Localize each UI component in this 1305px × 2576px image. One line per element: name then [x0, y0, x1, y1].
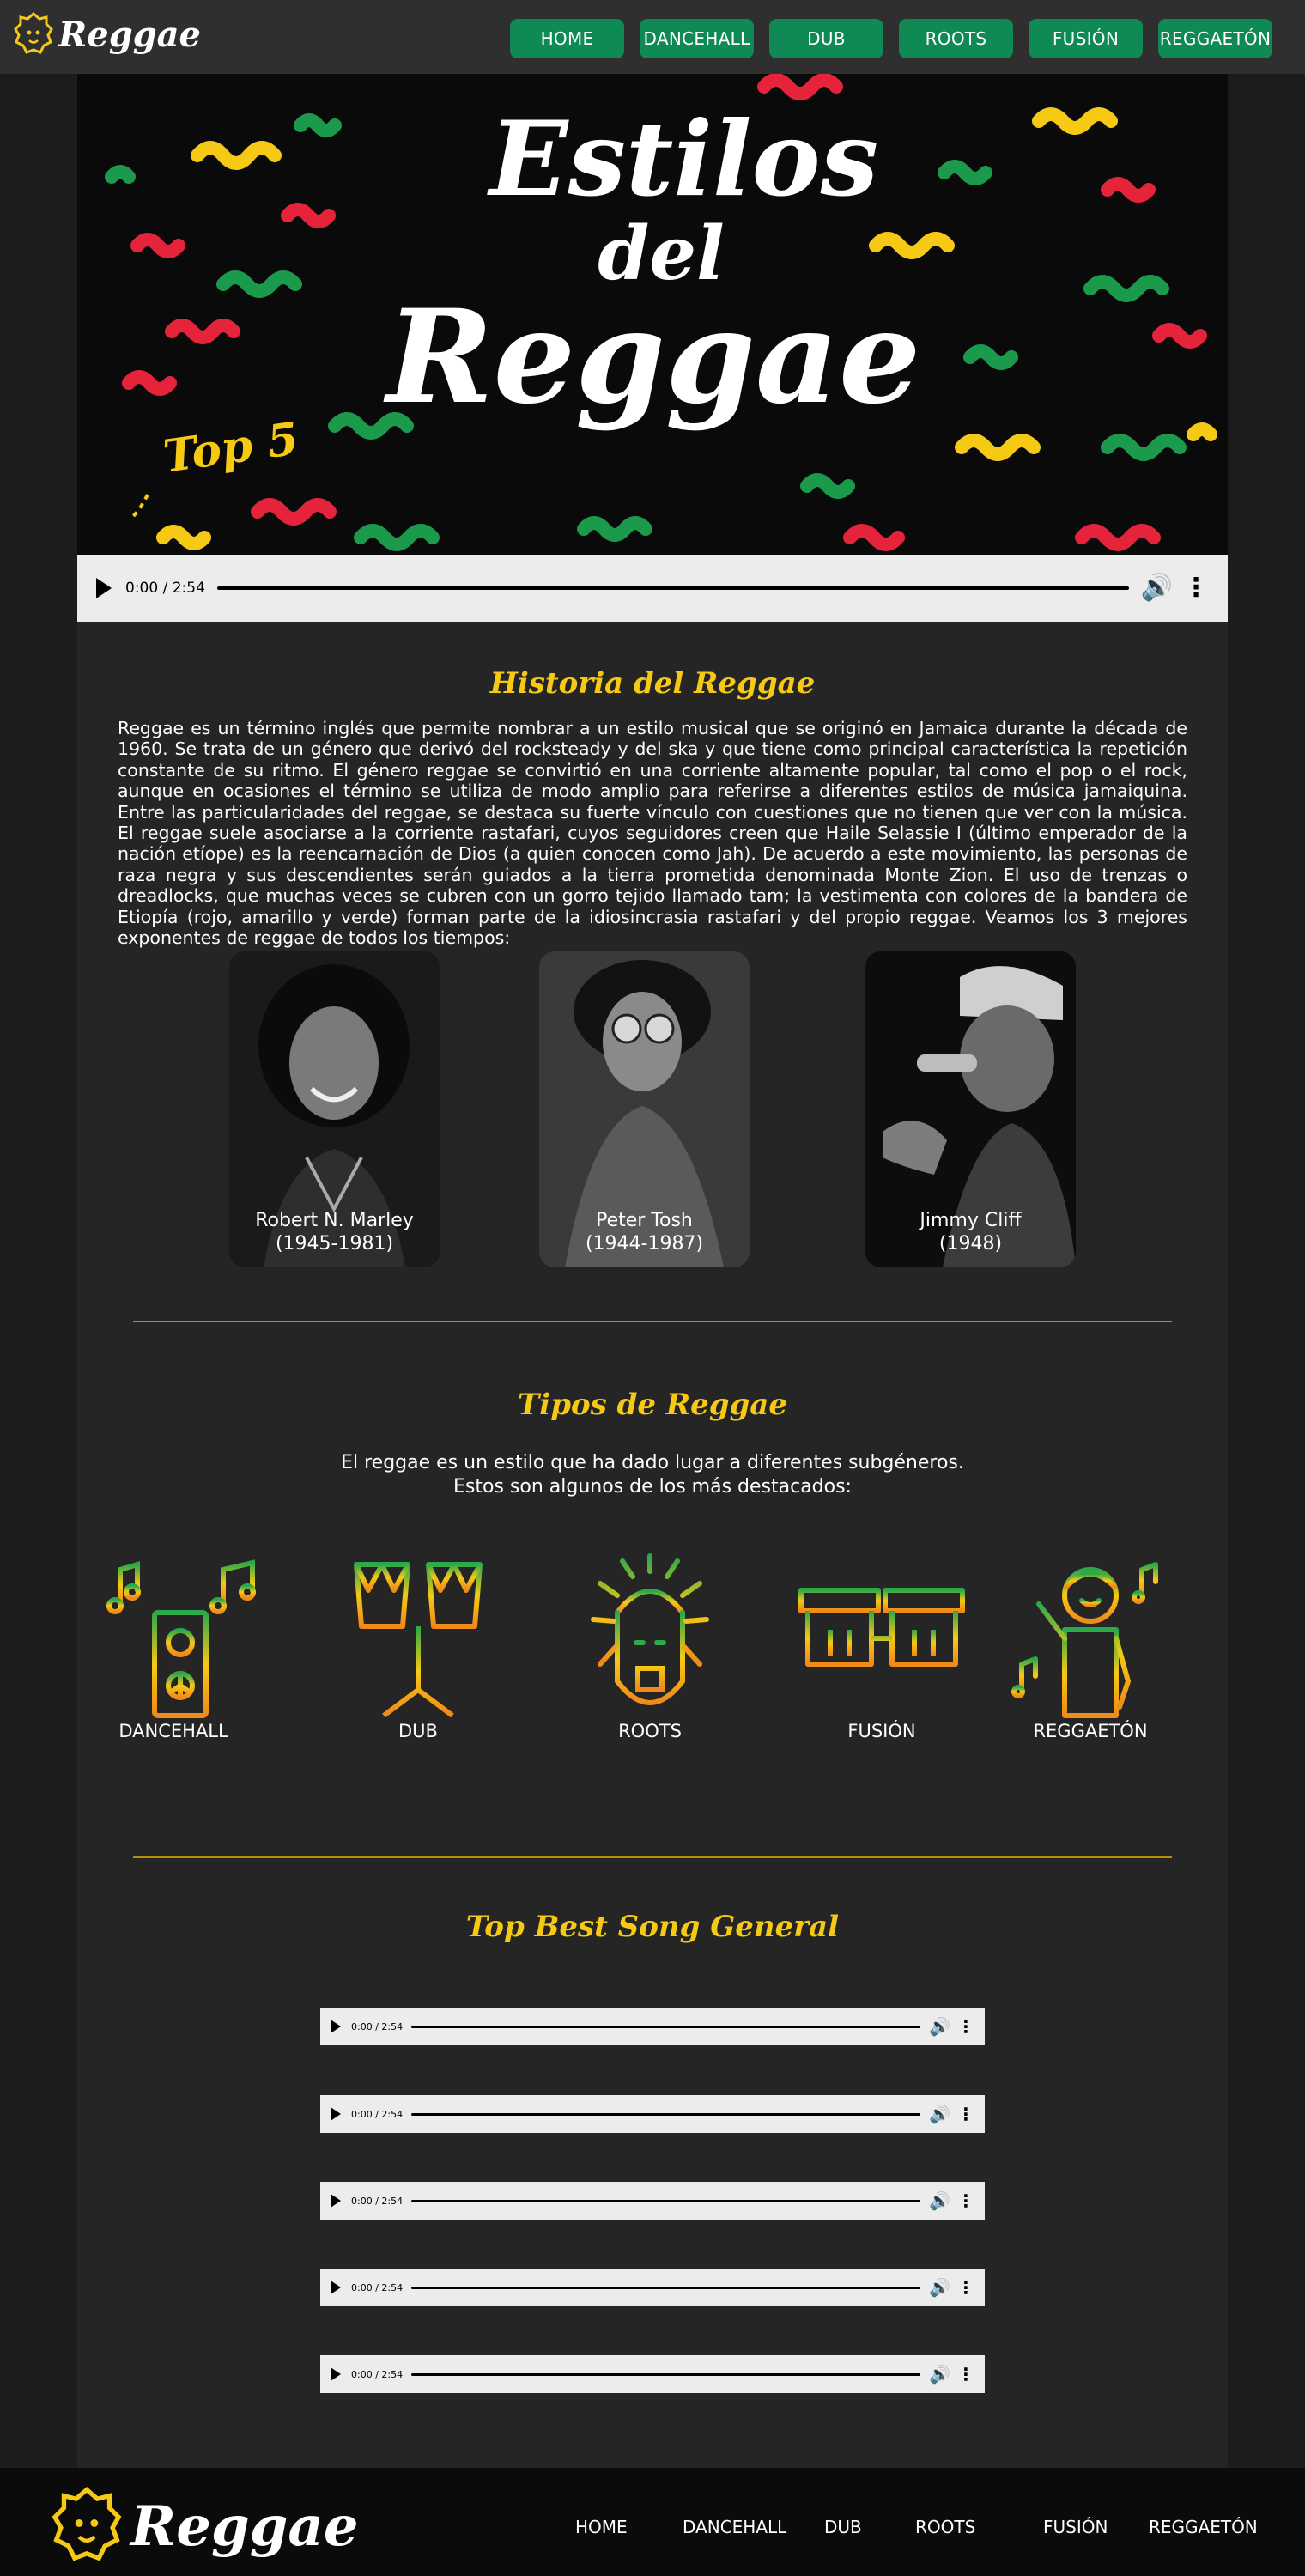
conga-drums-icon — [798, 1588, 965, 1667]
nav-reggaeton-button[interactable]: REGGAETÓN — [1158, 19, 1272, 58]
type-dub[interactable]: DUB — [315, 1552, 521, 1750]
footer-logo[interactable]: Reggae — [52, 2487, 359, 2566]
artist-name: Robert N. Marley — [255, 1210, 414, 1231]
nav-home-button[interactable]: HOME — [510, 19, 624, 58]
artist-caption: Jimmy Cliff (1948) — [865, 1209, 1076, 1255]
artist-name: Jimmy Cliff — [920, 1210, 1022, 1231]
audio-time: 0:00 / 2:54 — [351, 2108, 404, 2120]
history-paragraph: Reggae es un término inglés que permite … — [118, 718, 1187, 949]
audio-progress-bar[interactable] — [411, 2286, 921, 2289]
footer-nav-fusion[interactable]: FUSIÓN — [1043, 2517, 1108, 2537]
dancer-icon — [1011, 1562, 1158, 1718]
audio-progress-bar[interactable] — [411, 2025, 921, 2028]
main-nav: HOME DANCEHALL DUB ROOTS FUSIÓN REGGAETÓ… — [510, 19, 1272, 58]
type-label: REGGAETÓN — [1033, 1721, 1148, 1741]
artist-years: (1948) — [938, 1233, 1003, 1255]
lion-logo-icon — [14, 12, 53, 54]
play-icon[interactable] — [331, 2367, 341, 2381]
history-title: Historia del Reggae — [489, 666, 816, 701]
play-icon[interactable] — [331, 2020, 341, 2033]
more-options-icon[interactable]: ⋮ — [957, 2192, 974, 2209]
type-fusion[interactable]: FUSIÓN — [779, 1552, 985, 1750]
song-audio-player[interactable]: 0:00 / 2:54 🔊 ⋮ — [320, 2182, 985, 2220]
speaker-music-icon — [106, 1559, 256, 1718]
audio-progress-bar[interactable] — [411, 2112, 921, 2116]
nav-fusion-button[interactable]: FUSIÓN — [1029, 19, 1143, 58]
more-options-icon[interactable]: ⋮ — [1183, 575, 1209, 601]
volume-icon[interactable]: 🔊 — [929, 2366, 950, 2383]
top-navbar: Reggae HOME DANCEHALL DUB ROOTS FUSIÓN R… — [0, 0, 1305, 74]
audio-time: 0:00 / 2:54 — [351, 2368, 404, 2380]
more-options-icon[interactable]: ⋮ — [957, 2279, 974, 2296]
footer-nav-roots[interactable]: ROOTS — [915, 2517, 975, 2537]
logo-text: Reggae — [58, 14, 201, 55]
type-label: DUB — [398, 1721, 438, 1741]
audio-time: 0:00 / 2:54 — [351, 2281, 404, 2293]
song-audio-player[interactable]: 0:00 / 2:54 🔊 ⋮ — [320, 2269, 985, 2306]
site-footer: Reggae HOME DANCEHALL DUB ROOTS FUSIÓN R… — [0, 2468, 1305, 2576]
type-label: DANCEHALL — [118, 1721, 228, 1741]
artist-name: Peter Tosh — [596, 1210, 693, 1231]
more-options-icon[interactable]: ⋮ — [957, 2105, 974, 2123]
lion-logo-icon — [52, 2487, 122, 2561]
artist-card[interactable]: Jimmy Cliff (1948) — [865, 951, 1076, 1267]
song-audio-player[interactable]: 0:00 / 2:54 🔊 ⋮ — [320, 2355, 985, 2393]
nav-dub-button[interactable]: DUB — [769, 19, 883, 58]
play-icon[interactable] — [96, 578, 112, 598]
section-divider — [133, 1321, 1172, 1322]
hero-title-line3: Reggae — [386, 282, 921, 433]
section-divider — [133, 1856, 1172, 1858]
hero-audio-player[interactable]: 0:00 / 2:54 🔊 ⋮ — [77, 555, 1228, 622]
type-dancehall[interactable]: DANCEHALL — [70, 1552, 276, 1750]
play-icon[interactable] — [331, 2194, 341, 2208]
songs-title: Top Best Song General — [465, 1910, 840, 1944]
volume-icon[interactable]: 🔊 — [929, 2192, 950, 2209]
song-audio-player[interactable]: 0:00 / 2:54 🔊 ⋮ — [320, 2008, 985, 2045]
nav-roots-button[interactable]: ROOTS — [899, 19, 1013, 58]
audio-time: 0:00 / 2:54 — [351, 2195, 404, 2207]
type-label: ROOTS — [618, 1721, 682, 1741]
hero-banner: Estilos del Reggae Top 5 — [77, 74, 1228, 555]
type-roots[interactable]: ROOTS — [547, 1552, 753, 1750]
type-reggaeton[interactable]: REGGAETÓN — [987, 1552, 1193, 1750]
more-options-icon[interactable]: ⋮ — [957, 2018, 974, 2035]
volume-icon[interactable]: 🔊 — [929, 2105, 950, 2123]
rasta-face-icon — [591, 1553, 709, 1705]
artist-card[interactable]: Robert N. Marley (1945-1981) — [229, 951, 440, 1267]
volume-icon[interactable]: 🔊 — [929, 2018, 950, 2035]
song-audio-player[interactable]: 0:00 / 2:54 🔊 ⋮ — [320, 2095, 985, 2133]
volume-icon[interactable]: 🔊 — [929, 2279, 950, 2296]
artist-caption: Peter Tosh (1944-1987) — [539, 1209, 750, 1255]
artist-caption: Robert N. Marley (1945-1981) — [229, 1209, 440, 1255]
main-content: Estilos del Reggae Top 5 0:00 / 2:54 🔊 ⋮… — [77, 74, 1228, 2468]
type-label: FUSIÓN — [847, 1721, 916, 1741]
types-title: Tipos de Reggae — [518, 1388, 787, 1422]
play-icon[interactable] — [331, 2281, 341, 2294]
footer-nav-home[interactable]: HOME — [575, 2517, 628, 2537]
footer-nav-dub[interactable]: DUB — [824, 2517, 862, 2537]
artist-card[interactable]: Peter Tosh (1944-1987) — [539, 951, 750, 1267]
artist-years: (1945-1981) — [275, 1233, 394, 1255]
play-icon[interactable] — [331, 2107, 341, 2121]
nav-dancehall-button[interactable]: DANCEHALL — [640, 19, 754, 58]
hero-title-line1: Estilos — [489, 99, 879, 220]
audio-time: 0:00 / 2:54 — [351, 2020, 404, 2032]
audio-progress-bar[interactable] — [411, 2372, 921, 2376]
more-options-icon[interactable]: ⋮ — [957, 2366, 974, 2383]
footer-nav-reggaeton[interactable]: REGGAETÓN — [1149, 2517, 1258, 2537]
site-logo[interactable]: Reggae — [14, 12, 201, 57]
audio-progress-bar[interactable] — [411, 2199, 921, 2202]
bongo-drums-icon — [354, 1562, 483, 1718]
types-paragraph: El reggae es un estilo que ha dado lugar… — [341, 1452, 964, 1498]
footer-nav-dancehall[interactable]: DANCEHALL — [683, 2517, 786, 2537]
footer-logo-text: Reggae — [130, 2494, 359, 2559]
audio-time: 0:00 / 2:54 — [125, 580, 205, 597]
audio-progress-bar[interactable] — [216, 586, 1129, 590]
artist-years: (1944-1987) — [585, 1233, 704, 1255]
volume-icon[interactable]: 🔊 — [1141, 575, 1173, 601]
